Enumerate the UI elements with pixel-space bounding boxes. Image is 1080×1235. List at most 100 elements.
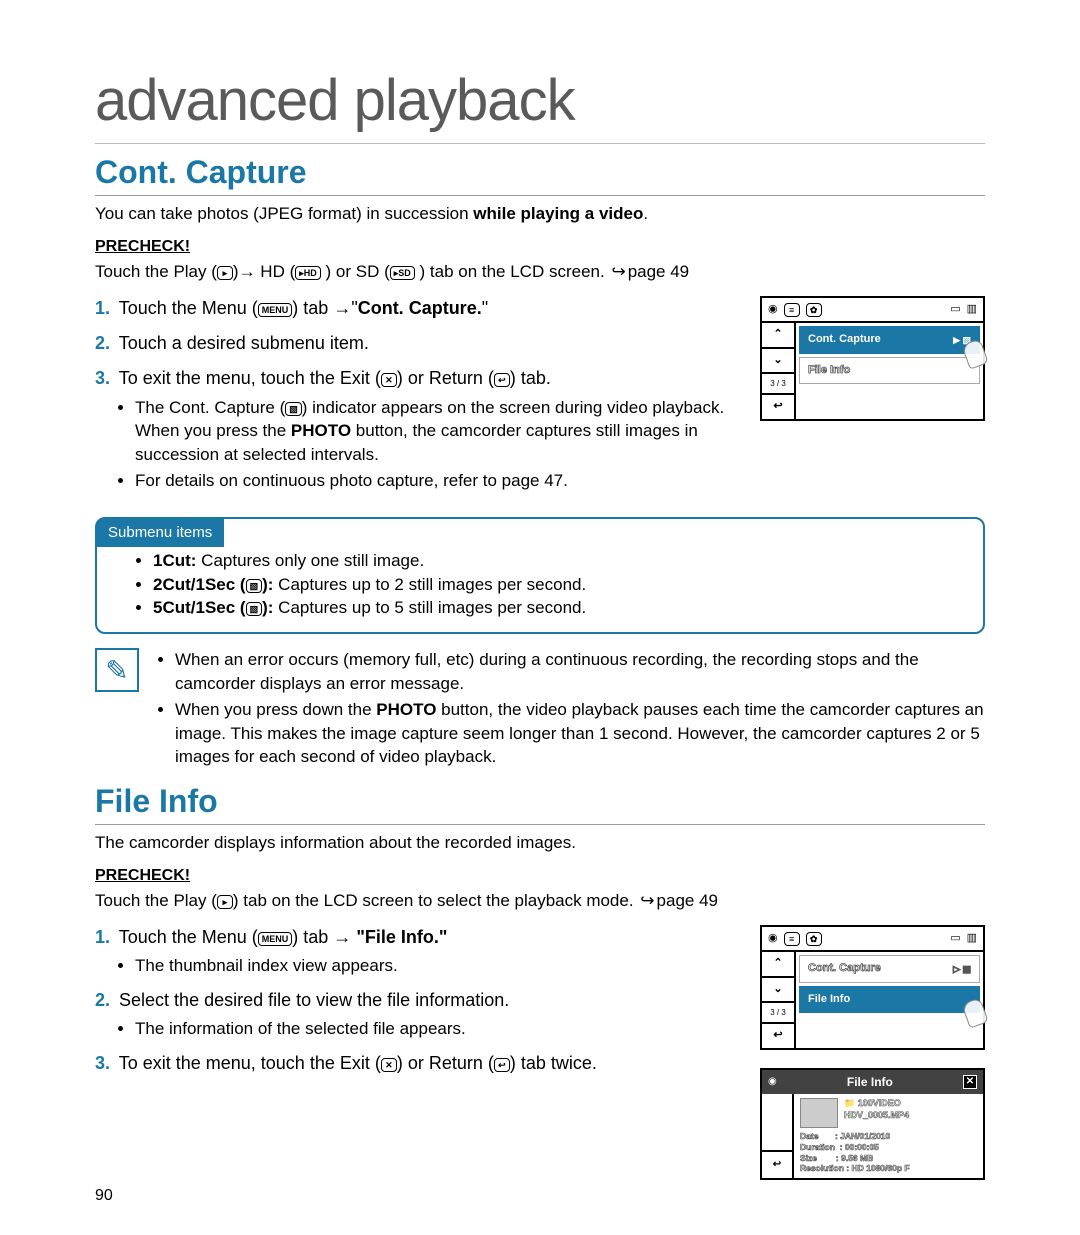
- arrow-icon: [239, 262, 256, 281]
- intro-bold: while playing a video: [473, 204, 643, 223]
- lcd-screenshot-2: ◉ ≡ ✿ ▭ ▥ ⌃ ⌄ 3 / 3 ↩ Cont. C: [760, 925, 985, 1050]
- arrow-icon: [333, 298, 351, 318]
- file-info-intro: The camcorder displays information about…: [95, 831, 985, 855]
- arrow-icon: [333, 927, 351, 947]
- scroll-up-button[interactable]: ⌃: [762, 952, 794, 977]
- note-icon: ✎: [95, 648, 139, 692]
- playback-mode-icon: ◉: [768, 302, 778, 317]
- item-label: Cont. Capture: [808, 961, 881, 976]
- hd-tab-icon: ▸HD: [295, 266, 321, 280]
- file-resolution: Resolution : HD 1080/60p F: [800, 1163, 977, 1174]
- exit-icon: ✕: [381, 373, 397, 387]
- step-3: 3. To exit the menu, touch the Exit (✕) …: [95, 366, 748, 492]
- lcd-item-file-info[interactable]: File Info: [799, 986, 980, 1013]
- scroll-up-button[interactable]: ⌃: [762, 323, 794, 348]
- t: page 49: [628, 262, 689, 281]
- battery-icon: ▥: [967, 931, 977, 946]
- lcd-item-cont-capture[interactable]: Cont. Capture ▷ ▧: [799, 955, 980, 982]
- note-item: When you press down the PHOTO button, th…: [175, 698, 985, 769]
- ref-arrow-icon: [638, 891, 656, 910]
- t: HD (: [256, 262, 296, 281]
- settings-icon: ✿: [806, 932, 822, 946]
- close-button[interactable]: ✕: [963, 1075, 977, 1089]
- t: The Cont. Capture (: [135, 398, 285, 417]
- thumbnail-icon: [800, 1098, 838, 1128]
- t: ) or Return (: [397, 368, 494, 388]
- precheck-text-2: Touch the Play (▸) tab on the LCD screen…: [95, 889, 985, 913]
- bullet: The information of the selected file app…: [135, 1017, 748, 1041]
- step-2: 2. Touch a desired submenu item.: [95, 331, 748, 356]
- ref-arrow-icon: [609, 262, 627, 281]
- cont-capture-steps: 1. Touch the Menu (MENU) tab "Cont. Capt…: [95, 296, 748, 503]
- note-box: ✎ When an error occurs (memory full, etc…: [95, 648, 985, 771]
- t: Cont. Capture.: [358, 298, 482, 318]
- battery-icon: ▥: [967, 302, 977, 317]
- submenu-item: 1Cut: Captures only one still image.: [153, 549, 967, 573]
- submenu-items-box: Submenu items 1Cut: Captures only one st…: [95, 517, 985, 634]
- precheck-text-1: Touch the Play (▸) HD (▸HD ) or SD (▸SD …: [95, 260, 985, 284]
- return-button[interactable]: ↩: [762, 395, 794, 418]
- menu-tab-icon: MENU: [258, 303, 293, 317]
- step-1: 1. Touch the Menu (MENU) tab "File Info.…: [95, 925, 748, 978]
- step-number: 1.: [95, 298, 110, 318]
- submenu-item: 2Cut/1Sec (▧): Captures up to 2 still im…: [153, 573, 967, 597]
- t: Touch the Play (: [95, 262, 217, 281]
- section-cont-capture-title: Cont. Capture: [95, 150, 985, 196]
- t: ) tab.: [510, 368, 551, 388]
- cont-capture-indicator-icon: ▧: [285, 402, 302, 416]
- icon: ▧: [246, 602, 263, 616]
- item-label: File Info: [808, 363, 850, 378]
- return-icon: ↩: [494, 1058, 510, 1072]
- bullet: The thumbnail index view appears.: [135, 954, 748, 978]
- section-file-info-title: File Info: [95, 779, 985, 825]
- scroll-down-button[interactable]: ⌄: [762, 349, 794, 374]
- lcd-item-file-info[interactable]: File Info: [799, 357, 980, 384]
- item-label: File Info: [808, 992, 850, 1007]
- step-number: 1.: [95, 927, 110, 947]
- file-name: HDV_0005.MP4: [844, 1110, 909, 1122]
- folder-name: 📁 100VIDEO: [844, 1098, 909, 1110]
- file-info-steps: 1. Touch the Menu (MENU) tab "File Info.…: [95, 925, 748, 1086]
- step-3: 3. To exit the menu, touch the Exit (✕) …: [95, 1051, 748, 1076]
- lcd-item-cont-capture[interactable]: Cont. Capture ▶ ▧: [799, 326, 980, 353]
- step-number: 3.: [95, 1053, 110, 1073]
- playback-mode-icon: ◉: [768, 931, 778, 946]
- settings-icon: ✿: [806, 303, 822, 317]
- t: Touch the Menu (: [119, 298, 258, 318]
- menu-icon: ≡: [784, 303, 800, 317]
- file-duration: Duration : 00:00:05: [800, 1142, 977, 1153]
- exit-icon: ✕: [381, 1058, 397, 1072]
- submenu-items-label: Submenu items: [96, 518, 224, 547]
- card-icon: ▭: [950, 302, 960, 317]
- t: ) or SD (: [321, 262, 390, 281]
- scroll-down-button[interactable]: ⌄: [762, 978, 794, 1003]
- submenu-arrow-icon: ▶ ▧: [953, 334, 971, 347]
- file-date: Date : JAN/01/2010: [800, 1131, 977, 1142]
- lcd-screenshot-1: ◉ ≡ ✿ ▭ ▥ ⌃ ⌄ 3 / 3 ↩ Cont. Capture ▶ ▧: [760, 296, 985, 421]
- bullet: For details on continuous photo capture,…: [135, 469, 748, 493]
- item-label: Cont. Capture: [808, 332, 881, 347]
- bullet: The Cont. Capture (▧) indicator appears …: [135, 396, 748, 467]
- card-icon: ▭: [950, 931, 960, 946]
- file-info-card: ◉ File Info ✕ ↩ 📁 100VIDEO HDV_0005.MP4: [760, 1068, 985, 1180]
- submenu-item: 5Cut/1Sec (▧): Captures up to 5 still im…: [153, 596, 967, 620]
- return-button[interactable]: ↩: [762, 1024, 794, 1047]
- t: ) tab on the LCD screen.: [415, 262, 610, 281]
- t: ": [482, 298, 488, 318]
- page-title: advanced playback: [95, 60, 985, 144]
- return-button[interactable]: ↩: [762, 1150, 792, 1178]
- sd-tab-icon: ▸SD: [390, 266, 415, 280]
- precheck-label-2: PRECHECK!: [95, 865, 985, 887]
- menu-tab-icon: MENU: [258, 932, 293, 946]
- t: ) tab: [292, 298, 333, 318]
- intro-post: .: [643, 204, 648, 223]
- menu-icon: ≡: [784, 932, 800, 946]
- file-info-card-title: File Info: [847, 1074, 893, 1091]
- precheck-label-1: PRECHECK!: [95, 236, 985, 258]
- play-tab-icon: ▸: [217, 895, 233, 909]
- note-item: When an error occurs (memory full, etc) …: [175, 648, 985, 696]
- file-size: Size : 9.56 MB: [800, 1153, 977, 1164]
- step-2: 2. Select the desired file to view the f…: [95, 988, 748, 1041]
- intro-text: You can take photos (JPEG format) in suc…: [95, 204, 473, 223]
- step-number: 2.: [95, 990, 110, 1010]
